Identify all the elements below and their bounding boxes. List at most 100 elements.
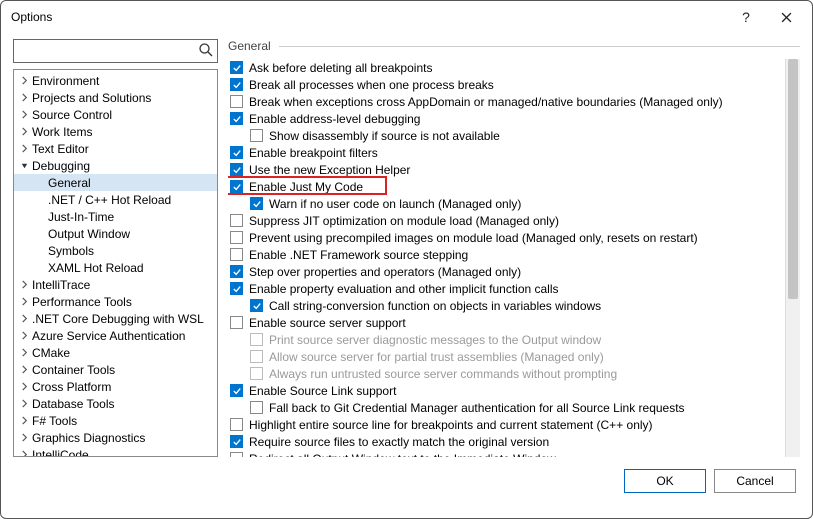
ok-button[interactable]: OK — [624, 469, 706, 493]
checkbox[interactable] — [230, 78, 243, 91]
option-row[interactable]: Enable .NET Framework source stepping — [228, 246, 785, 263]
checkbox[interactable] — [230, 316, 243, 329]
option-label: Highlight entire source line for breakpo… — [249, 418, 653, 432]
checkbox[interactable] — [230, 61, 243, 74]
tree-node-label: Source Control — [32, 108, 112, 122]
chevron-right-icon[interactable] — [18, 279, 30, 291]
option-row[interactable]: Enable breakpoint filters — [228, 144, 785, 161]
tree-node[interactable]: Work Items — [14, 123, 217, 140]
divider — [279, 46, 800, 47]
chevron-down-icon[interactable] — [18, 160, 30, 172]
checkbox[interactable] — [250, 401, 263, 414]
option-row[interactable]: Suppress JIT optimization on module load… — [228, 212, 785, 229]
tree-node[interactable]: Text Editor — [14, 140, 217, 157]
vertical-scrollbar[interactable] — [785, 59, 800, 457]
tree-node[interactable]: General — [14, 174, 217, 191]
option-row[interactable]: Call string-conversion function on objec… — [228, 297, 785, 314]
chevron-right-icon[interactable] — [18, 75, 30, 87]
tree-node[interactable]: IntelliCode — [14, 446, 217, 457]
checkbox[interactable] — [230, 112, 243, 125]
option-label: Enable property evaluation and other imp… — [249, 282, 559, 296]
tree-node[interactable]: F# Tools — [14, 412, 217, 429]
search-input[interactable] — [14, 40, 217, 62]
tree-node[interactable]: Source Control — [14, 106, 217, 123]
tree-node[interactable]: Database Tools — [14, 395, 217, 412]
option-row[interactable]: Redirect all Output Window text to the I… — [228, 450, 785, 457]
chevron-right-icon[interactable] — [18, 364, 30, 376]
checkbox[interactable] — [230, 248, 243, 261]
option-row[interactable]: Break when exceptions cross AppDomain or… — [228, 93, 785, 110]
tree-node[interactable]: .NET Core Debugging with WSL — [14, 310, 217, 327]
chevron-right-icon[interactable] — [18, 313, 30, 325]
checkbox[interactable] — [230, 95, 243, 108]
checkbox[interactable] — [230, 180, 243, 193]
chevron-right-icon[interactable] — [18, 296, 30, 308]
checkbox[interactable] — [250, 129, 263, 142]
option-row[interactable]: Warn if no user code on launch (Managed … — [228, 195, 785, 212]
search-input-wrap[interactable] — [13, 39, 218, 63]
option-row[interactable]: Use the new Exception Helper — [228, 161, 785, 178]
option-label: Break when exceptions cross AppDomain or… — [249, 95, 723, 109]
chevron-right-icon[interactable] — [18, 347, 30, 359]
checkbox[interactable] — [230, 214, 243, 227]
option-row[interactable]: Ask before deleting all breakpoints — [228, 59, 785, 76]
chevron-right-icon[interactable] — [18, 449, 30, 458]
tree-node[interactable]: .NET / C++ Hot Reload — [14, 191, 217, 208]
option-row[interactable]: Enable source server support — [228, 314, 785, 331]
checkbox[interactable] — [230, 146, 243, 159]
checkbox[interactable] — [230, 265, 243, 278]
chevron-right-icon[interactable] — [18, 92, 30, 104]
checkbox[interactable] — [230, 384, 243, 397]
chevron-right-icon[interactable] — [18, 143, 30, 155]
chevron-right-icon[interactable] — [18, 109, 30, 121]
option-row[interactable]: Break all processes when one process bre… — [228, 76, 785, 93]
tree-node[interactable]: IntelliTrace — [14, 276, 217, 293]
chevron-right-icon[interactable] — [18, 381, 30, 393]
tree-node[interactable]: Environment — [14, 72, 217, 89]
option-row[interactable]: Require source files to exactly match th… — [228, 433, 785, 450]
tree-node[interactable]: Just-In-Time — [14, 208, 217, 225]
checkbox[interactable] — [230, 231, 243, 244]
tree-node[interactable]: Cross Platform — [14, 378, 217, 395]
help-button[interactable]: ? — [726, 3, 766, 31]
option-row[interactable]: Fall back to Git Credential Manager auth… — [228, 399, 785, 416]
checkbox[interactable] — [230, 435, 243, 448]
close-button[interactable] — [766, 3, 806, 31]
checkbox[interactable] — [250, 197, 263, 210]
option-label: Enable .NET Framework source stepping — [249, 248, 468, 262]
checkbox[interactable] — [230, 418, 243, 431]
chevron-right-icon[interactable] — [18, 398, 30, 410]
chevron-right-icon[interactable] — [18, 330, 30, 342]
tree-node[interactable]: Debugging — [14, 157, 217, 174]
option-row[interactable]: Enable Source Link support — [228, 382, 785, 399]
tree-node[interactable]: Performance Tools — [14, 293, 217, 310]
chevron-right-icon[interactable] — [18, 126, 30, 138]
scrollbar-thumb[interactable] — [788, 59, 798, 299]
tree-node[interactable]: Container Tools — [14, 361, 217, 378]
tree-node[interactable]: XAML Hot Reload — [14, 259, 217, 276]
option-row[interactable]: Highlight entire source line for breakpo… — [228, 416, 785, 433]
tree-node[interactable]: Azure Service Authentication — [14, 327, 217, 344]
checkbox[interactable] — [250, 299, 263, 312]
tree-node[interactable]: Graphics Diagnostics — [14, 429, 217, 446]
tree-node[interactable]: Projects and Solutions — [14, 89, 217, 106]
option-row[interactable]: Show disassembly if source is not availa… — [228, 127, 785, 144]
tree-node[interactable]: CMake — [14, 344, 217, 361]
category-tree[interactable]: EnvironmentProjects and Solutions Source … — [13, 69, 218, 457]
checkbox[interactable] — [230, 452, 243, 457]
option-row[interactable]: Enable address-level debugging — [228, 110, 785, 127]
group-label: General — [228, 39, 271, 53]
option-row[interactable]: Step over properties and operators (Mana… — [228, 263, 785, 280]
tree-node[interactable]: Symbols — [14, 242, 217, 259]
tree-node[interactable]: Output Window — [14, 225, 217, 242]
options-list[interactable]: Ask before deleting all breakpointsBreak… — [228, 59, 785, 457]
tree-node-label: .NET Core Debugging with WSL — [32, 312, 204, 326]
option-row[interactable]: Enable Just My Code — [228, 178, 785, 195]
checkbox[interactable] — [230, 282, 243, 295]
chevron-right-icon[interactable] — [18, 432, 30, 444]
option-row[interactable]: Enable property evaluation and other imp… — [228, 280, 785, 297]
checkbox[interactable] — [230, 163, 243, 176]
chevron-right-icon[interactable] — [18, 415, 30, 427]
option-row[interactable]: Prevent using precompiled images on modu… — [228, 229, 785, 246]
cancel-button[interactable]: Cancel — [714, 469, 796, 493]
